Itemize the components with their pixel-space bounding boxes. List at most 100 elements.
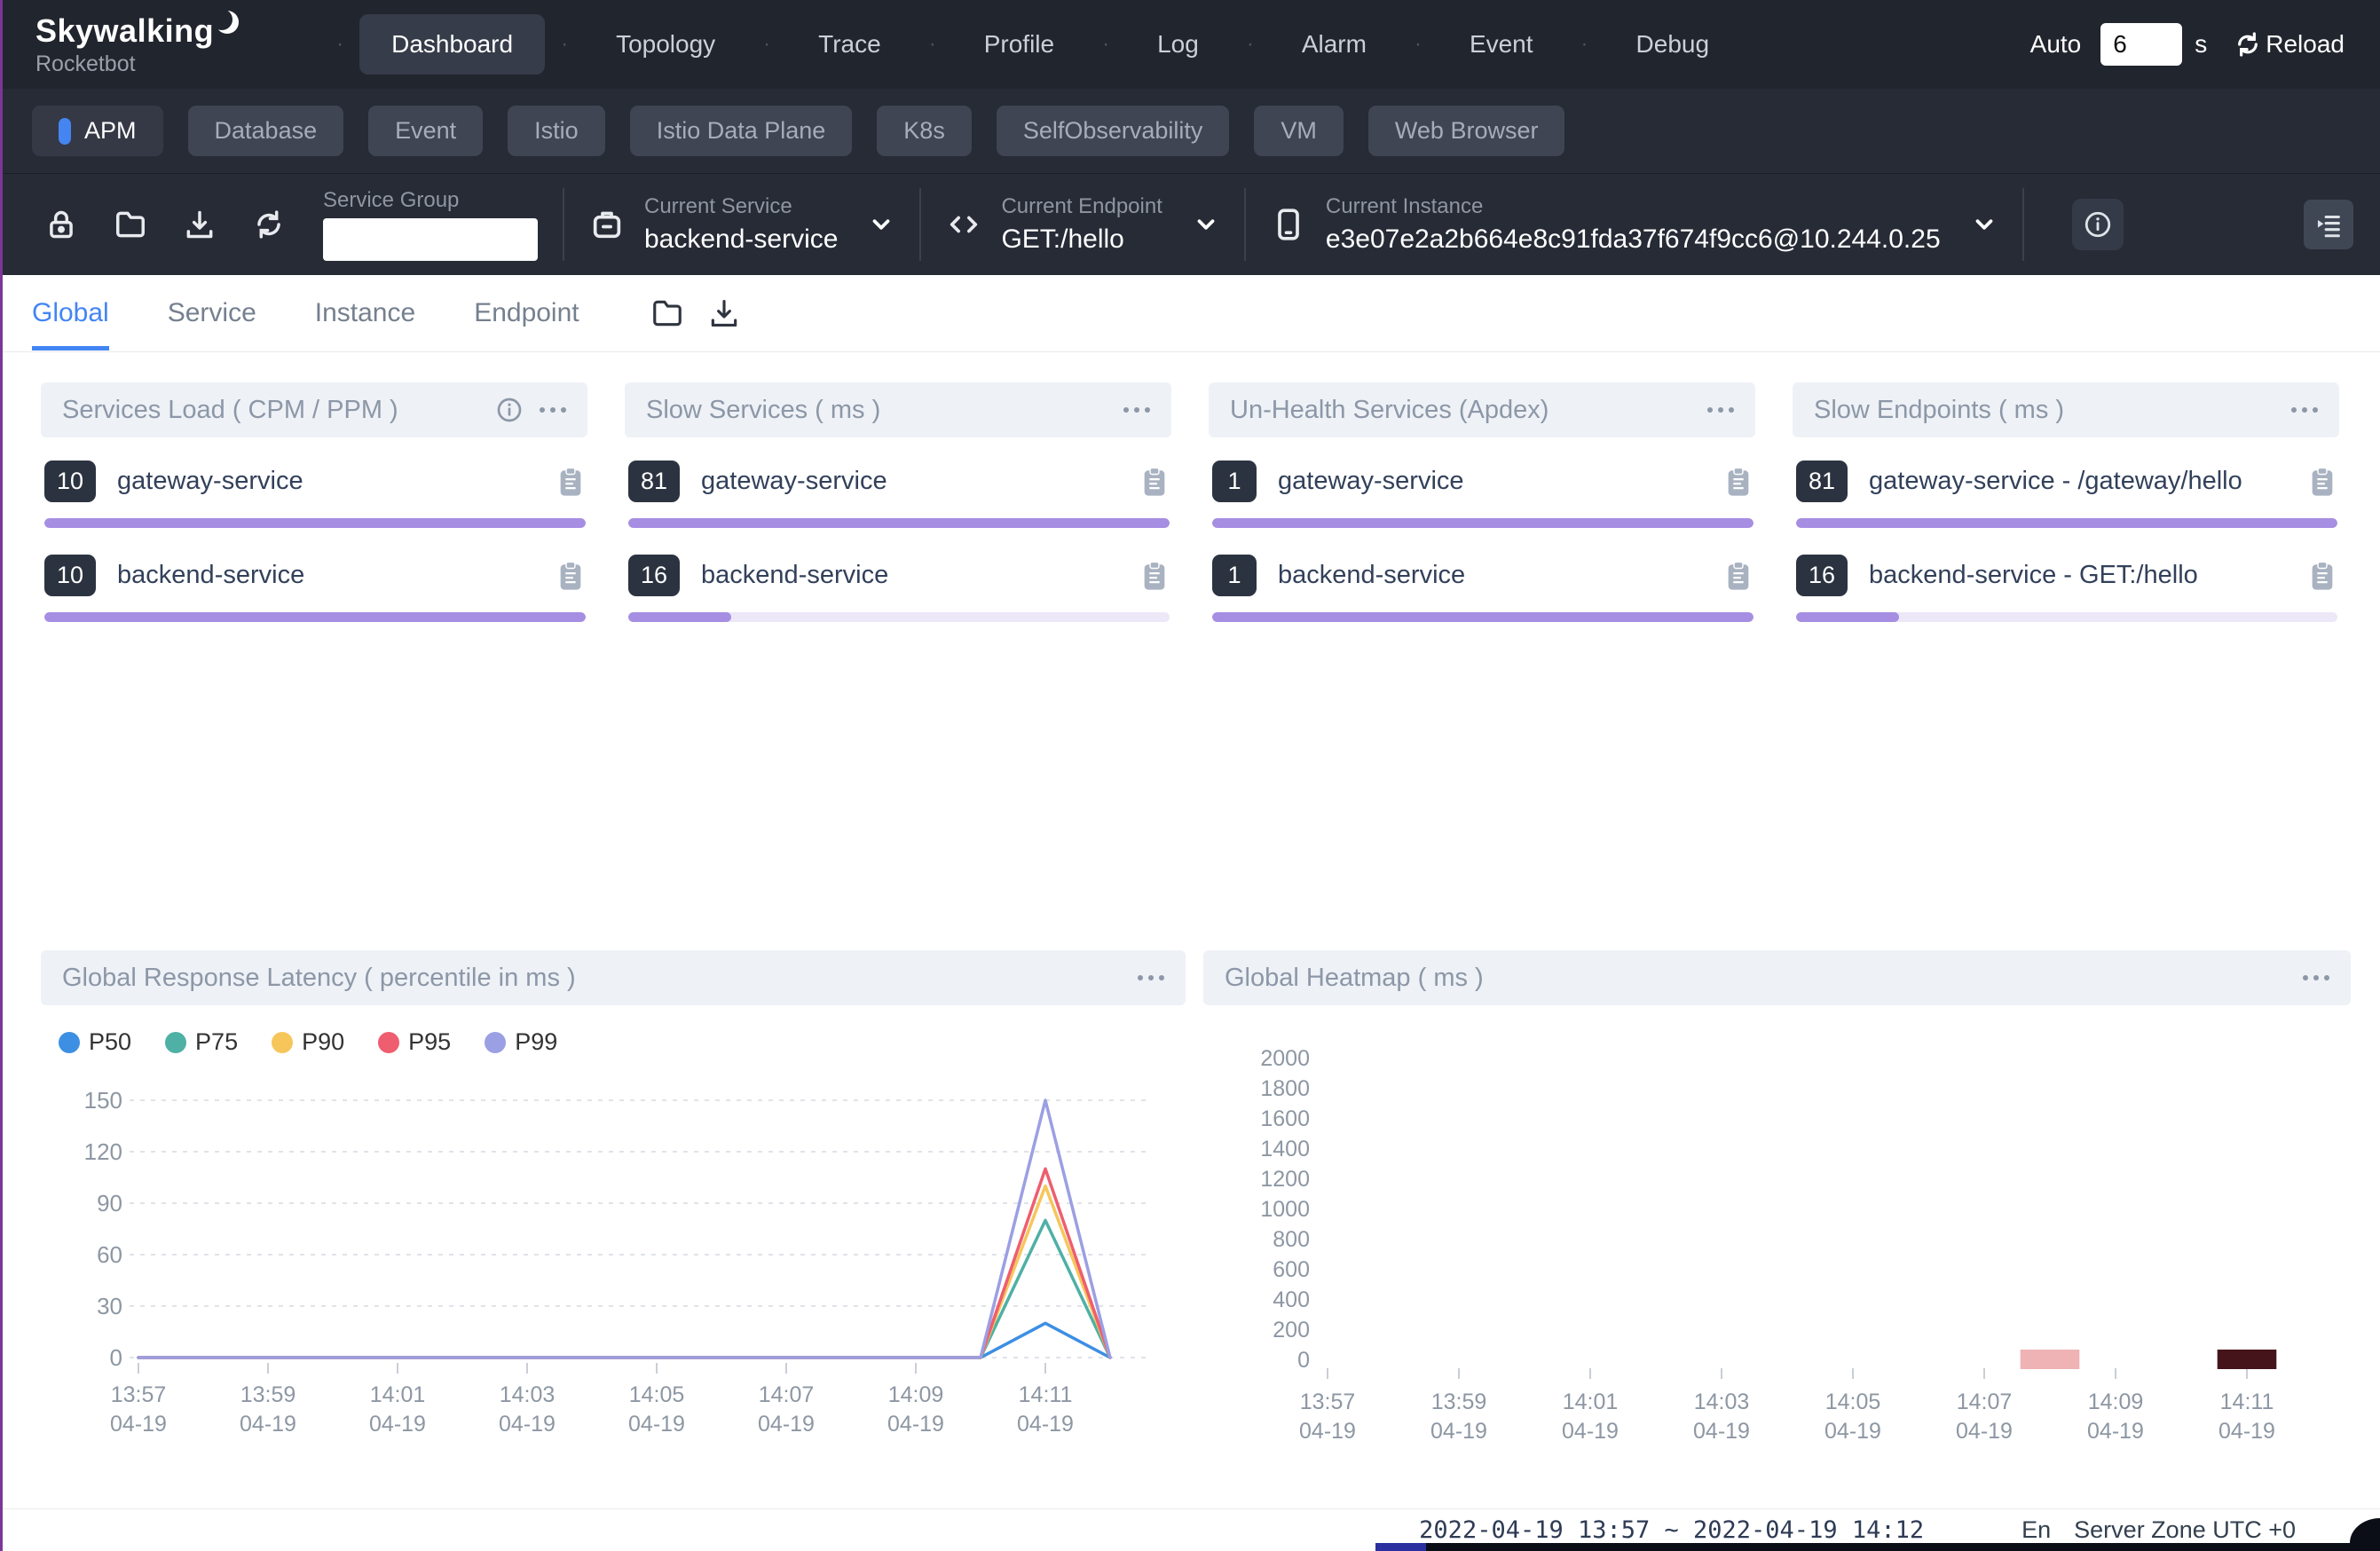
brand-logo[interactable]: Skywalking Rocketbot [35, 12, 242, 77]
metric-value-badge: 1 [1212, 555, 1257, 596]
clipboard-icon[interactable] [1723, 465, 1753, 499]
tab-instance[interactable]: Instance [315, 277, 415, 350]
refresh-icon[interactable] [252, 208, 286, 241]
download-icon[interactable] [707, 296, 741, 330]
dashboard-template-tabs: APM Database Event Istio Istio Data Plan… [0, 89, 2380, 173]
clipboard-icon[interactable] [1723, 559, 1753, 593]
nav-item-profile[interactable]: Profile [952, 14, 1086, 75]
legend-label: P95 [408, 1028, 451, 1056]
server-zone-selector[interactable]: Server Zone UTC +0 [2074, 1516, 2296, 1544]
clipboard-icon[interactable] [2307, 465, 2337, 499]
svg-text:0: 0 [1297, 1348, 1310, 1373]
current-instance-selector[interactable]: Current Instance e3e07e2a2b664e8c91fda37… [1271, 194, 1998, 255]
chip-selfobservability[interactable]: SelfObservability [997, 106, 1230, 156]
legend-item-p99[interactable]: P99 [485, 1028, 557, 1056]
latency-line-chart[interactable]: 030609012015013:5704-1913:5904-1914:0104… [41, 1056, 1186, 1446]
chip-event[interactable]: Event [368, 106, 483, 156]
toolbar-divider [563, 188, 564, 261]
current-instance-label: Current Instance [1326, 194, 1941, 219]
metric-row[interactable]: 1 backend-service [1212, 555, 1753, 622]
card-menu-icon[interactable] [2303, 975, 2329, 980]
metric-bar [1212, 518, 1753, 528]
charts-section: Global Response Latency ( percentile in … [41, 950, 2345, 1457]
metric-value-badge: 10 [44, 555, 96, 596]
current-endpoint-selector[interactable]: Current Endpoint GET:/hello [946, 194, 1218, 255]
template-panel-toggle[interactable] [2304, 200, 2353, 249]
datepicker-popup-edge [1375, 1543, 2380, 1551]
nav-item-log[interactable]: Log [1125, 14, 1231, 75]
legend-label: P90 [302, 1028, 344, 1056]
card-services-load: Services Load ( CPM / PPM ) 10 gateway-s… [41, 382, 587, 649]
legend-dot [272, 1032, 293, 1053]
time-range-picker[interactable]: 2022-04-19 13:57 ~ 2022-04-19 14:12 [1419, 1516, 1924, 1544]
chip-k8s[interactable]: K8s [877, 106, 972, 156]
metric-name: gateway-service [701, 467, 887, 496]
nav-item-trace[interactable]: Trace [786, 14, 913, 75]
active-chip-pill [59, 118, 71, 145]
svg-text:14:01: 14:01 [1563, 1390, 1619, 1414]
legend-item-p75[interactable]: P75 [165, 1028, 238, 1056]
info-icon [2083, 209, 2113, 240]
card-menu-icon[interactable] [1123, 407, 1150, 413]
language-selector[interactable]: En [2021, 1516, 2051, 1544]
folder-icon[interactable] [114, 208, 147, 241]
tab-endpoint[interactable]: Endpoint [474, 277, 579, 350]
download-icon[interactable] [183, 208, 217, 241]
card-header: Un-Health Services (Apdex) [1209, 382, 1755, 437]
tab-global[interactable]: Global [32, 277, 109, 350]
info-button[interactable] [2072, 199, 2124, 250]
chip-vm[interactable]: VM [1254, 106, 1344, 156]
chip-database[interactable]: Database [188, 106, 344, 156]
main-nav: Dashboard Topology Trace Profile Log Ala… [340, 14, 1761, 75]
legend-item-p50[interactable]: P50 [59, 1028, 131, 1056]
nav-item-debug[interactable]: Debug [1604, 14, 1742, 75]
card-global-response-latency: Global Response Latency ( percentile in … [41, 950, 1186, 1457]
svg-text:04-19: 04-19 [369, 1412, 426, 1437]
metric-row[interactable]: 81 gateway-service [628, 461, 1170, 528]
toolbar-divider [2022, 188, 2024, 261]
current-service-label: Current Service [644, 194, 838, 219]
card-menu-icon[interactable] [1707, 407, 1734, 413]
svg-text:120: 120 [84, 1138, 122, 1165]
metric-row[interactable]: 1 gateway-service [1212, 461, 1753, 528]
folder-icon[interactable] [650, 296, 684, 330]
nav-item-dashboard[interactable]: Dashboard [359, 14, 545, 75]
global-heatmap-chart[interactable]: 020040060080010001200140016001800200013:… [1203, 1009, 2351, 1453]
clipboard-icon[interactable] [1139, 559, 1170, 593]
chip-web-browser[interactable]: Web Browser [1368, 106, 1565, 156]
tab-service[interactable]: Service [168, 277, 256, 350]
metric-row[interactable]: 16 backend-service - GET:/hello [1796, 555, 2337, 622]
card-menu-icon[interactable] [540, 407, 566, 413]
clipboard-icon[interactable] [1139, 465, 1170, 499]
chevron-down-icon [1971, 211, 1998, 238]
metric-row[interactable]: 10 backend-service [44, 555, 586, 622]
reload-button[interactable]: Reload [2234, 30, 2345, 59]
clipboard-icon[interactable] [556, 465, 586, 499]
metric-row[interactable]: 81 gateway-service - /gateway/hello [1796, 461, 2337, 528]
chip-istio-data-plane[interactable]: Istio Data Plane [630, 106, 853, 156]
info-icon[interactable] [495, 396, 524, 424]
nav-item-topology[interactable]: Topology [584, 14, 747, 75]
card-menu-icon[interactable] [1138, 975, 1164, 980]
nav-item-alarm[interactable]: Alarm [1270, 14, 1399, 75]
lock-icon[interactable] [44, 208, 78, 241]
legend-item-p95[interactable]: P95 [378, 1028, 451, 1056]
clipboard-icon[interactable] [556, 559, 586, 593]
current-endpoint-value: GET:/hello [1001, 224, 1162, 255]
svg-text:04-19: 04-19 [1430, 1419, 1487, 1444]
nav-item-event[interactable]: Event [1438, 14, 1565, 75]
current-service-selector[interactable]: Current Service backend-service [589, 194, 894, 255]
svg-text:04-19: 04-19 [240, 1412, 296, 1437]
card-menu-icon[interactable] [2291, 407, 2318, 413]
metric-row[interactable]: 10 gateway-service [44, 461, 586, 528]
legend-item-p90[interactable]: P90 [272, 1028, 344, 1056]
svg-text:13:57: 13:57 [111, 1382, 167, 1407]
chip-apm[interactable]: APM [32, 106, 163, 156]
metric-row[interactable]: 16 backend-service [628, 555, 1170, 622]
auto-interval-input[interactable] [2100, 23, 2182, 66]
chip-istio[interactable]: Istio [508, 106, 605, 156]
instance-device-icon [1271, 207, 1306, 242]
service-group-input[interactable] [323, 218, 538, 261]
svg-text:04-19: 04-19 [628, 1412, 685, 1437]
clipboard-icon[interactable] [2307, 559, 2337, 593]
